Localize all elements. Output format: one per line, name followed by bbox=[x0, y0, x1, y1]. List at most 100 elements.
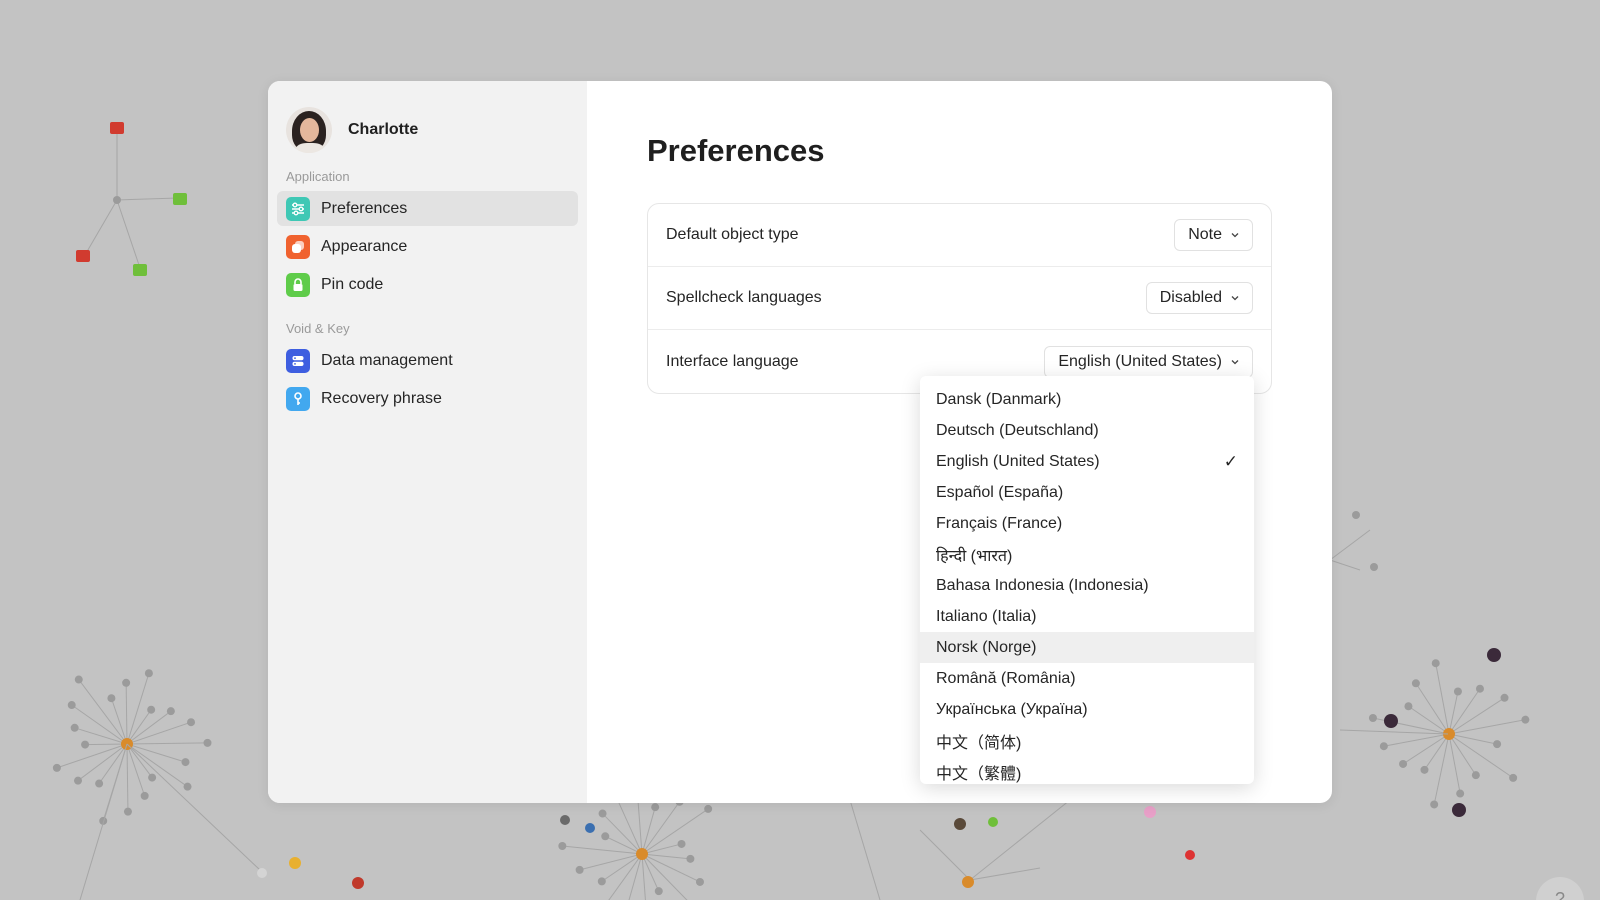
select-value: Note bbox=[1188, 226, 1222, 243]
graph-edge bbox=[126, 743, 188, 788]
graph-node bbox=[70, 723, 79, 732]
sidebar-item-label: Recovery phrase bbox=[321, 389, 442, 407]
dropdown-option[interactable]: English (United States) ✓ bbox=[920, 446, 1254, 477]
graph-edge bbox=[562, 845, 643, 855]
dropdown-option[interactable]: Français (France) bbox=[920, 508, 1254, 539]
graph-edge bbox=[641, 853, 691, 860]
key-icon bbox=[286, 386, 310, 411]
graph-node bbox=[1430, 800, 1439, 809]
sidebar-item-preferences[interactable]: Preferences bbox=[277, 191, 578, 226]
dropdown-option[interactable]: हिन्दी (भारत) bbox=[920, 539, 1254, 570]
dropdown-option[interactable]: Norsk (Norge) bbox=[920, 632, 1254, 663]
avatar bbox=[286, 107, 332, 153]
graph-edge bbox=[641, 808, 709, 855]
graph-node bbox=[1431, 659, 1440, 668]
graph-edge bbox=[641, 807, 656, 855]
profile-name: Charlotte bbox=[348, 121, 419, 138]
graph-node bbox=[1420, 765, 1429, 774]
graph-edge bbox=[126, 743, 129, 812]
graph-node bbox=[1493, 740, 1502, 749]
interface-language-select[interactable]: English (United States) bbox=[1044, 345, 1253, 378]
sidebar-item-appearance[interactable]: Appearance bbox=[277, 229, 578, 264]
graph-node bbox=[1379, 742, 1388, 751]
setting-label: Default object type bbox=[666, 226, 799, 243]
graph-edge bbox=[1329, 559, 1361, 571]
dropdown-option-label: Français (France) bbox=[936, 514, 1063, 532]
graph-node bbox=[654, 887, 663, 896]
chevron-down-icon bbox=[1230, 357, 1240, 367]
chevron-down-icon bbox=[1230, 230, 1240, 240]
graph-edge bbox=[116, 199, 141, 269]
dropdown-option-label: Bahasa Indonesia (Indonesia) bbox=[936, 576, 1149, 594]
sidebar-item-label: Preferences bbox=[321, 199, 408, 217]
graph-edge bbox=[126, 710, 172, 745]
chevron-down-icon bbox=[1230, 293, 1240, 303]
sidebar-item-pin-code[interactable]: Pin code bbox=[277, 267, 578, 302]
graph-edge bbox=[602, 813, 643, 855]
graph-node bbox=[651, 803, 660, 812]
dropdown-option[interactable]: Dansk (Danmark) bbox=[920, 384, 1254, 415]
graph-node bbox=[704, 804, 713, 813]
graph-edge bbox=[126, 743, 261, 871]
graph-node bbox=[122, 678, 131, 687]
graph-edge bbox=[1329, 529, 1371, 561]
graph-edge bbox=[969, 799, 1071, 881]
graph-node bbox=[1487, 648, 1501, 662]
graph-edge bbox=[116, 197, 179, 201]
graph-node bbox=[1144, 806, 1156, 818]
graph-node bbox=[73, 776, 82, 785]
profile-header[interactable]: Charlotte bbox=[277, 107, 578, 153]
dropdown-option[interactable]: Română (România) bbox=[920, 663, 1254, 694]
graph-edge bbox=[969, 867, 1041, 881]
graph-node bbox=[203, 738, 212, 747]
graph-node bbox=[67, 701, 76, 710]
database-icon bbox=[286, 348, 310, 373]
graph-edge bbox=[77, 743, 128, 782]
graph-node bbox=[107, 694, 116, 703]
checkmark-icon: ✓ bbox=[1223, 451, 1238, 471]
settings-sidebar: Charlotte Application Preferences Appear… bbox=[268, 81, 587, 803]
graph-node bbox=[187, 718, 196, 727]
setting-label: Spellcheck languages bbox=[666, 289, 822, 306]
graph-edge bbox=[98, 743, 128, 784]
graph-node bbox=[695, 877, 704, 886]
dropdown-option[interactable]: 中文（繁體) bbox=[920, 756, 1254, 784]
graph-node bbox=[1370, 563, 1378, 571]
dropdown-option[interactable]: Deutsch (Deutschland) bbox=[920, 415, 1254, 446]
sidebar-item-data-management[interactable]: Data management bbox=[277, 343, 578, 378]
dropdown-option[interactable]: Bahasa Indonesia (Indonesia) bbox=[920, 570, 1254, 601]
graph-edge bbox=[126, 709, 152, 745]
graph-node bbox=[1452, 803, 1466, 817]
graph-node bbox=[962, 876, 974, 888]
dropdown-option-label: 中文（简体) bbox=[936, 734, 1022, 752]
dropdown-option[interactable]: 中文（简体) bbox=[920, 725, 1254, 756]
graph-node bbox=[144, 669, 153, 678]
graph-node bbox=[1384, 714, 1398, 728]
dropdown-option-label: Italiano (Italia) bbox=[936, 607, 1037, 625]
graph-node bbox=[123, 807, 132, 816]
lock-icon bbox=[286, 272, 310, 297]
setting-row-spellcheck-languages: Spellcheck languages Disabled bbox=[648, 267, 1271, 330]
select-value: English (United States) bbox=[1058, 352, 1222, 370]
graph-node bbox=[183, 782, 192, 791]
spellcheck-languages-select[interactable]: Disabled bbox=[1145, 282, 1253, 314]
graph-node bbox=[113, 196, 121, 204]
graph-node bbox=[257, 868, 267, 878]
dropdown-option-label: Українська (Україна) bbox=[936, 700, 1088, 718]
graph-edge bbox=[126, 743, 153, 778]
graph-node bbox=[686, 854, 695, 863]
dropdown-option[interactable]: Українська (Україна) bbox=[920, 694, 1254, 725]
graph-node bbox=[1456, 789, 1465, 798]
graph-node bbox=[166, 707, 175, 716]
graph-node bbox=[81, 740, 90, 749]
dropdown-option-label: Deutsch (Deutschland) bbox=[936, 421, 1099, 439]
page-title: Preferences bbox=[647, 133, 825, 168]
dropdown-option[interactable]: Italiano (Italia) bbox=[920, 601, 1254, 632]
graph-node bbox=[575, 865, 584, 874]
dropdown-option[interactable]: Español (España) bbox=[920, 477, 1254, 508]
sidebar-item-label: Appearance bbox=[321, 237, 408, 255]
sidebar-item-recovery-phrase[interactable]: Recovery phrase bbox=[277, 381, 578, 416]
default-object-type-select[interactable]: Note bbox=[1174, 219, 1253, 251]
graph-node bbox=[1500, 693, 1509, 702]
graph-node bbox=[95, 779, 104, 788]
